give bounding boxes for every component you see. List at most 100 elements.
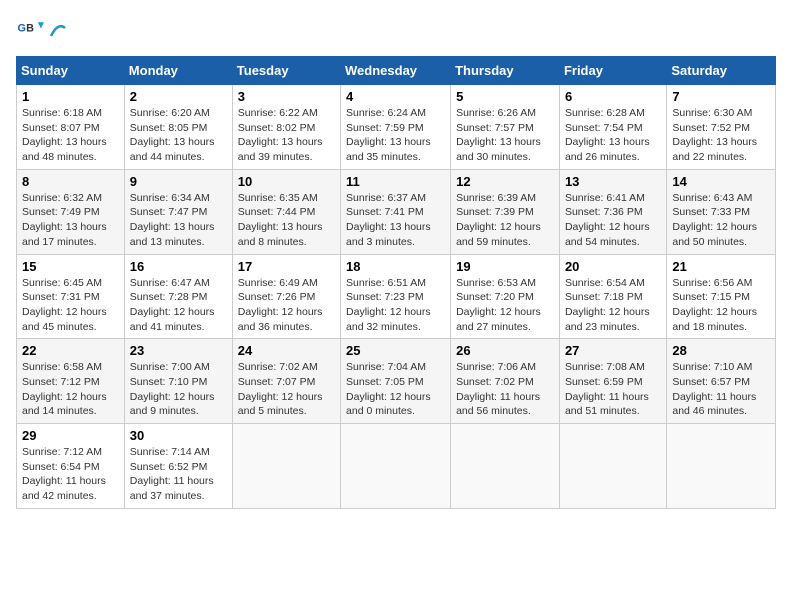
- calendar-cell: 13 Sunrise: 6:41 AM Sunset: 7:36 PM Dayl…: [559, 169, 666, 254]
- day-number: 19: [456, 259, 554, 274]
- cell-info: Sunrise: 6:32 AM Sunset: 7:49 PM Dayligh…: [22, 191, 119, 250]
- cell-info: Sunrise: 6:41 AM Sunset: 7:36 PM Dayligh…: [565, 191, 661, 250]
- cell-info: Sunrise: 6:49 AM Sunset: 7:26 PM Dayligh…: [238, 276, 335, 335]
- col-header-tuesday: Tuesday: [232, 57, 340, 85]
- calendar-week-3: 15 Sunrise: 6:45 AM Sunset: 7:31 PM Dayl…: [17, 254, 776, 339]
- calendar-cell: 28 Sunrise: 7:10 AM Sunset: 6:57 PM Dayl…: [667, 339, 776, 424]
- day-number: 17: [238, 259, 335, 274]
- cell-info: Sunrise: 6:47 AM Sunset: 7:28 PM Dayligh…: [130, 276, 227, 335]
- calendar-cell: [451, 424, 560, 509]
- page-header: G B: [16, 16, 776, 44]
- calendar-cell: 18 Sunrise: 6:51 AM Sunset: 7:23 PM Dayl…: [341, 254, 451, 339]
- cell-info: Sunrise: 6:30 AM Sunset: 7:52 PM Dayligh…: [672, 106, 770, 165]
- calendar-cell: 25 Sunrise: 7:04 AM Sunset: 7:05 PM Dayl…: [341, 339, 451, 424]
- day-number: 16: [130, 259, 227, 274]
- calendar-cell: 3 Sunrise: 6:22 AM Sunset: 8:02 PM Dayli…: [232, 85, 340, 170]
- day-number: 12: [456, 174, 554, 189]
- calendar-cell: 21 Sunrise: 6:56 AM Sunset: 7:15 PM Dayl…: [667, 254, 776, 339]
- col-header-sunday: Sunday: [17, 57, 125, 85]
- calendar-cell: 9 Sunrise: 6:34 AM Sunset: 7:47 PM Dayli…: [124, 169, 232, 254]
- calendar-cell: 27 Sunrise: 7:08 AM Sunset: 6:59 PM Dayl…: [559, 339, 666, 424]
- day-number: 21: [672, 259, 770, 274]
- day-number: 6: [565, 89, 661, 104]
- day-number: 11: [346, 174, 445, 189]
- calendar-cell: 6 Sunrise: 6:28 AM Sunset: 7:54 PM Dayli…: [559, 85, 666, 170]
- logo-icon: G B: [16, 16, 44, 44]
- svg-text:G: G: [18, 23, 26, 35]
- day-number: 14: [672, 174, 770, 189]
- cell-info: Sunrise: 6:24 AM Sunset: 7:59 PM Dayligh…: [346, 106, 445, 165]
- day-number: 7: [672, 89, 770, 104]
- calendar-cell: 20 Sunrise: 6:54 AM Sunset: 7:18 PM Dayl…: [559, 254, 666, 339]
- calendar-cell: 29 Sunrise: 7:12 AM Sunset: 6:54 PM Dayl…: [17, 424, 125, 509]
- calendar-cell: 5 Sunrise: 6:26 AM Sunset: 7:57 PM Dayli…: [451, 85, 560, 170]
- day-number: 24: [238, 343, 335, 358]
- logo: G B: [16, 16, 68, 44]
- day-number: 5: [456, 89, 554, 104]
- day-number: 4: [346, 89, 445, 104]
- calendar-week-1: 1 Sunrise: 6:18 AM Sunset: 8:07 PM Dayli…: [17, 85, 776, 170]
- col-header-monday: Monday: [124, 57, 232, 85]
- cell-info: Sunrise: 6:37 AM Sunset: 7:41 PM Dayligh…: [346, 191, 445, 250]
- cell-info: Sunrise: 7:12 AM Sunset: 6:54 PM Dayligh…: [22, 445, 119, 504]
- day-number: 30: [130, 428, 227, 443]
- day-number: 9: [130, 174, 227, 189]
- cell-info: Sunrise: 6:58 AM Sunset: 7:12 PM Dayligh…: [22, 360, 119, 419]
- cell-info: Sunrise: 6:51 AM Sunset: 7:23 PM Dayligh…: [346, 276, 445, 335]
- cell-info: Sunrise: 6:34 AM Sunset: 7:47 PM Dayligh…: [130, 191, 227, 250]
- cell-info: Sunrise: 6:35 AM Sunset: 7:44 PM Dayligh…: [238, 191, 335, 250]
- cell-info: Sunrise: 7:00 AM Sunset: 7:10 PM Dayligh…: [130, 360, 227, 419]
- calendar-cell: [232, 424, 340, 509]
- cell-info: Sunrise: 6:39 AM Sunset: 7:39 PM Dayligh…: [456, 191, 554, 250]
- cell-info: Sunrise: 7:10 AM Sunset: 6:57 PM Dayligh…: [672, 360, 770, 419]
- calendar-cell: 1 Sunrise: 6:18 AM Sunset: 8:07 PM Dayli…: [17, 85, 125, 170]
- cell-info: Sunrise: 7:14 AM Sunset: 6:52 PM Dayligh…: [130, 445, 227, 504]
- cell-info: Sunrise: 6:54 AM Sunset: 7:18 PM Dayligh…: [565, 276, 661, 335]
- cell-info: Sunrise: 7:04 AM Sunset: 7:05 PM Dayligh…: [346, 360, 445, 419]
- day-number: 27: [565, 343, 661, 358]
- calendar-cell: 14 Sunrise: 6:43 AM Sunset: 7:33 PM Dayl…: [667, 169, 776, 254]
- cell-info: Sunrise: 7:02 AM Sunset: 7:07 PM Dayligh…: [238, 360, 335, 419]
- calendar-cell: 19 Sunrise: 6:53 AM Sunset: 7:20 PM Dayl…: [451, 254, 560, 339]
- day-number: 20: [565, 259, 661, 274]
- calendar-cell: 26 Sunrise: 7:06 AM Sunset: 7:02 PM Dayl…: [451, 339, 560, 424]
- cell-info: Sunrise: 6:28 AM Sunset: 7:54 PM Dayligh…: [565, 106, 661, 165]
- cell-info: Sunrise: 7:08 AM Sunset: 6:59 PM Dayligh…: [565, 360, 661, 419]
- calendar-cell: 15 Sunrise: 6:45 AM Sunset: 7:31 PM Dayl…: [17, 254, 125, 339]
- day-number: 18: [346, 259, 445, 274]
- calendar-cell: 22 Sunrise: 6:58 AM Sunset: 7:12 PM Dayl…: [17, 339, 125, 424]
- calendar-cell: 7 Sunrise: 6:30 AM Sunset: 7:52 PM Dayli…: [667, 85, 776, 170]
- calendar-cell: [559, 424, 666, 509]
- calendar-cell: 17 Sunrise: 6:49 AM Sunset: 7:26 PM Dayl…: [232, 254, 340, 339]
- cell-info: Sunrise: 6:18 AM Sunset: 8:07 PM Dayligh…: [22, 106, 119, 165]
- calendar-cell: 12 Sunrise: 6:39 AM Sunset: 7:39 PM Dayl…: [451, 169, 560, 254]
- cell-info: Sunrise: 6:53 AM Sunset: 7:20 PM Dayligh…: [456, 276, 554, 335]
- cell-info: Sunrise: 6:43 AM Sunset: 7:33 PM Dayligh…: [672, 191, 770, 250]
- cell-info: Sunrise: 7:06 AM Sunset: 7:02 PM Dayligh…: [456, 360, 554, 419]
- cell-info: Sunrise: 6:45 AM Sunset: 7:31 PM Dayligh…: [22, 276, 119, 335]
- day-number: 29: [22, 428, 119, 443]
- calendar-week-4: 22 Sunrise: 6:58 AM Sunset: 7:12 PM Dayl…: [17, 339, 776, 424]
- day-number: 3: [238, 89, 335, 104]
- calendar-cell: 10 Sunrise: 6:35 AM Sunset: 7:44 PM Dayl…: [232, 169, 340, 254]
- day-number: 2: [130, 89, 227, 104]
- calendar-cell: 2 Sunrise: 6:20 AM Sunset: 8:05 PM Dayli…: [124, 85, 232, 170]
- day-number: 22: [22, 343, 119, 358]
- col-header-saturday: Saturday: [667, 57, 776, 85]
- calendar-cell: 24 Sunrise: 7:02 AM Sunset: 7:07 PM Dayl…: [232, 339, 340, 424]
- calendar-cell: 16 Sunrise: 6:47 AM Sunset: 7:28 PM Dayl…: [124, 254, 232, 339]
- calendar-cell: 23 Sunrise: 7:00 AM Sunset: 7:10 PM Dayl…: [124, 339, 232, 424]
- day-number: 15: [22, 259, 119, 274]
- cell-info: Sunrise: 6:56 AM Sunset: 7:15 PM Dayligh…: [672, 276, 770, 335]
- calendar-table: SundayMondayTuesdayWednesdayThursdayFrid…: [16, 56, 776, 509]
- cell-info: Sunrise: 6:26 AM Sunset: 7:57 PM Dayligh…: [456, 106, 554, 165]
- calendar-cell: 11 Sunrise: 6:37 AM Sunset: 7:41 PM Dayl…: [341, 169, 451, 254]
- calendar-week-5: 29 Sunrise: 7:12 AM Sunset: 6:54 PM Dayl…: [17, 424, 776, 509]
- col-header-friday: Friday: [559, 57, 666, 85]
- day-number: 28: [672, 343, 770, 358]
- calendar-cell: [667, 424, 776, 509]
- cell-info: Sunrise: 6:22 AM Sunset: 8:02 PM Dayligh…: [238, 106, 335, 165]
- day-number: 10: [238, 174, 335, 189]
- calendar-week-2: 8 Sunrise: 6:32 AM Sunset: 7:49 PM Dayli…: [17, 169, 776, 254]
- day-number: 25: [346, 343, 445, 358]
